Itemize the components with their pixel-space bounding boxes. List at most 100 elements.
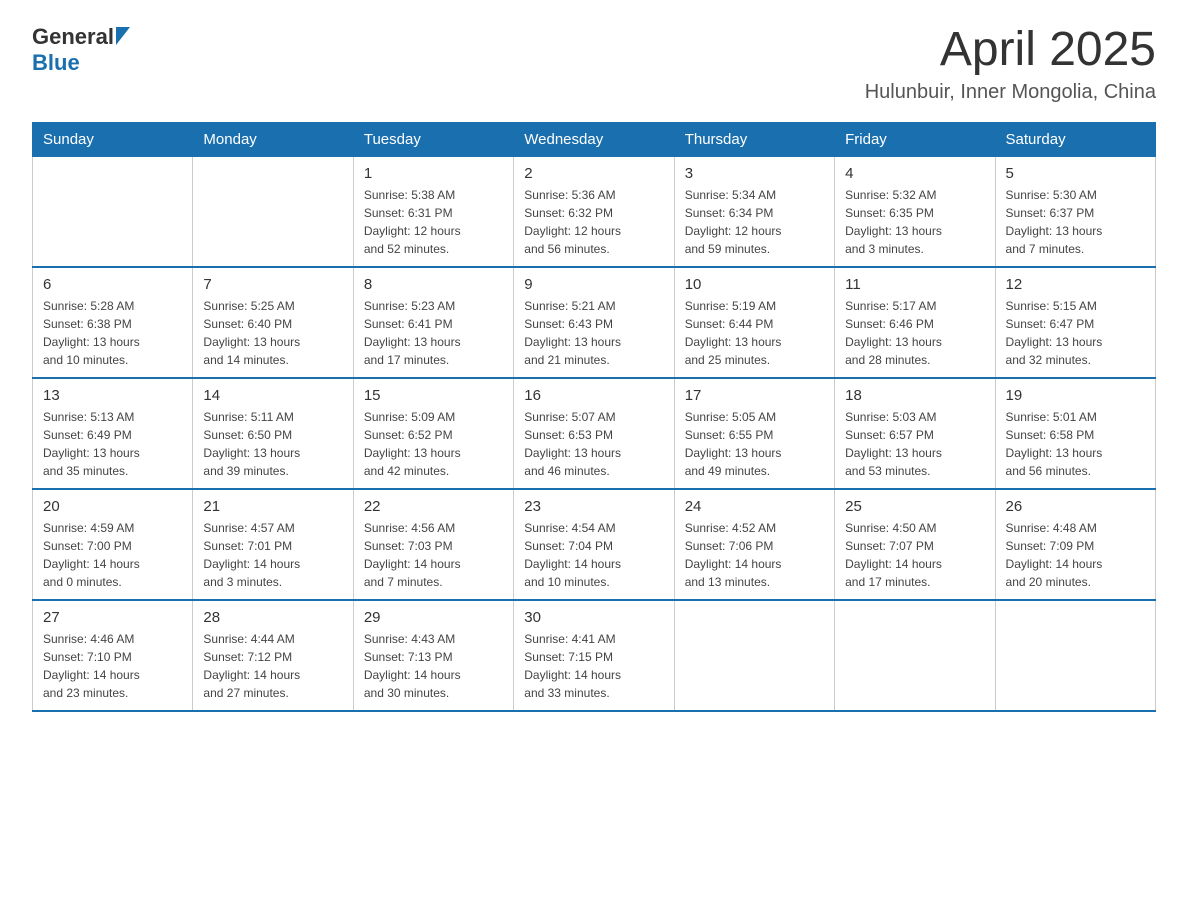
day-number: 8 [364, 276, 503, 293]
calendar-cell: 26Sunrise: 4:48 AMSunset: 7:09 PMDayligh… [995, 489, 1155, 600]
day-info: Sunrise: 5:17 AMSunset: 6:46 PMDaylight:… [845, 297, 984, 369]
day-info: Sunrise: 4:59 AMSunset: 7:00 PMDaylight:… [43, 519, 182, 591]
calendar-cell: 15 Sunrise: 5:09 AMSunset: 6:52 PMDayligh… [353, 378, 513, 489]
day-info: Sunrise: 5:07 AMSunset: 6:53 PMDaylight:… [524, 408, 663, 480]
calendar-cell: 27Sunrise: 4:46 AMSunset: 7:10 PMDayligh… [33, 600, 193, 711]
logo-text-blue: Blue [32, 50, 80, 75]
day-number: 7 [203, 276, 342, 293]
day-number: 14 [203, 387, 342, 404]
calendar-cell: 14 Sunrise: 5:11 AMSunset: 6:50 PMDayligh… [193, 378, 353, 489]
logo-text-general: General [32, 24, 114, 50]
day-info: Sunrise: 5:13 AMSunset: 6:49 PMDaylight:… [43, 408, 182, 480]
calendar-cell: 12 Sunrise: 5:15 AMSunset: 6:47 PMDayligh… [995, 267, 1155, 378]
calendar-week-row: 1 Sunrise: 5:38 AMSunset: 6:31 PMDaylight… [33, 156, 1156, 267]
day-number: 24 [685, 498, 824, 515]
calendar-cell: 3Sunrise: 5:34 AMSunset: 6:34 PMDaylight… [674, 156, 834, 267]
day-info: Sunrise: 4:52 AMSunset: 7:06 PMDaylight:… [685, 519, 824, 591]
calendar-cell [674, 600, 834, 711]
day-number: 1 [364, 165, 503, 182]
day-number: 2 [524, 165, 663, 182]
month-year-title: April 2025 [865, 24, 1156, 77]
day-info: Sunrise: 5:32 AMSunset: 6:35 PMDaylight:… [845, 186, 984, 258]
day-info: Sunrise: 5:15 AMSunset: 6:47 PMDaylight:… [1006, 297, 1145, 369]
day-info: Sunrise: 4:46 AMSunset: 7:10 PMDaylight:… [43, 630, 182, 702]
day-info: Sunrise: 5:21 AMSunset: 6:43 PMDaylight:… [524, 297, 663, 369]
calendar-cell: 6 Sunrise: 5:28 AMSunset: 6:38 PMDaylight… [33, 267, 193, 378]
location-subtitle: Hulunbuir, Inner Mongolia, China [865, 81, 1156, 104]
calendar-cell: 7 Sunrise: 5:25 AMSunset: 6:40 PMDaylight… [193, 267, 353, 378]
day-number: 11 [845, 276, 984, 293]
day-number: 20 [43, 498, 182, 515]
calendar-cell [995, 600, 1155, 711]
calendar-cell: 2 Sunrise: 5:36 AMSunset: 6:32 PMDaylight… [514, 156, 674, 267]
day-number: 3 [685, 165, 824, 182]
calendar-table: Sunday Monday Tuesday Wednesday Thursday… [32, 122, 1156, 712]
day-number: 30 [524, 609, 663, 626]
title-area: April 2025 Hulunbuir, Inner Mongolia, Ch… [865, 24, 1156, 104]
calendar-week-row: 20 Sunrise: 4:59 AMSunset: 7:00 PMDayligh… [33, 489, 1156, 600]
day-number: 17 [685, 387, 824, 404]
calendar-cell: 23Sunrise: 4:54 AMSunset: 7:04 PMDayligh… [514, 489, 674, 600]
calendar-cell: 17 Sunrise: 5:05 AMSunset: 6:55 PMDayligh… [674, 378, 834, 489]
calendar-header: Sunday Monday Tuesday Wednesday Thursday… [33, 122, 1156, 156]
day-number: 13 [43, 387, 182, 404]
day-info: Sunrise: 4:48 AMSunset: 7:09 PMDaylight:… [1006, 519, 1145, 591]
calendar-cell [33, 156, 193, 267]
day-info: Sunrise: 5:30 AMSunset: 6:37 PMDaylight:… [1006, 186, 1145, 258]
calendar-cell: 5 Sunrise: 5:30 AMSunset: 6:37 PMDaylight… [995, 156, 1155, 267]
calendar-cell: 9 Sunrise: 5:21 AMSunset: 6:43 PMDaylight… [514, 267, 674, 378]
day-number: 10 [685, 276, 824, 293]
day-info: Sunrise: 4:54 AMSunset: 7:04 PMDaylight:… [524, 519, 663, 591]
col-wednesday: Wednesday [514, 122, 674, 156]
calendar-cell: 28 Sunrise: 4:44 AMSunset: 7:12 PMDayligh… [193, 600, 353, 711]
day-info: Sunrise: 4:43 AMSunset: 7:13 PMDaylight:… [364, 630, 503, 702]
day-info: Sunrise: 5:36 AMSunset: 6:32 PMDaylight:… [524, 186, 663, 258]
calendar-cell: 29Sunrise: 4:43 AMSunset: 7:13 PMDayligh… [353, 600, 513, 711]
header-row: Sunday Monday Tuesday Wednesday Thursday… [33, 122, 1156, 156]
col-saturday: Saturday [995, 122, 1155, 156]
day-info: Sunrise: 5:38 AMSunset: 6:31 PMDaylight:… [364, 186, 503, 258]
day-number: 6 [43, 276, 182, 293]
day-number: 28 [203, 609, 342, 626]
day-info: Sunrise: 5:05 AMSunset: 6:55 PMDaylight:… [685, 408, 824, 480]
day-number: 12 [1006, 276, 1145, 293]
calendar-cell: 25Sunrise: 4:50 AMSunset: 7:07 PMDayligh… [835, 489, 995, 600]
calendar-cell [835, 600, 995, 711]
day-info: Sunrise: 4:44 AMSunset: 7:12 PMDaylight:… [203, 630, 342, 702]
day-number: 22 [364, 498, 503, 515]
calendar-week-row: 27Sunrise: 4:46 AMSunset: 7:10 PMDayligh… [33, 600, 1156, 711]
day-info: Sunrise: 5:28 AMSunset: 6:38 PMDaylight:… [43, 297, 182, 369]
day-number: 5 [1006, 165, 1145, 182]
day-info: Sunrise: 5:09 AMSunset: 6:52 PMDaylight:… [364, 408, 503, 480]
day-info: Sunrise: 4:41 AMSunset: 7:15 PMDaylight:… [524, 630, 663, 702]
day-info: Sunrise: 4:50 AMSunset: 7:07 PMDaylight:… [845, 519, 984, 591]
day-number: 19 [1006, 387, 1145, 404]
day-number: 15 [364, 387, 503, 404]
col-sunday: Sunday [33, 122, 193, 156]
calendar-body: 1 Sunrise: 5:38 AMSunset: 6:31 PMDaylight… [33, 156, 1156, 711]
day-info: Sunrise: 5:19 AMSunset: 6:44 PMDaylight:… [685, 297, 824, 369]
col-tuesday: Tuesday [353, 122, 513, 156]
day-number: 21 [203, 498, 342, 515]
calendar-cell: 18 Sunrise: 5:03 AMSunset: 6:57 PMDayligh… [835, 378, 995, 489]
calendar-cell: 1 Sunrise: 5:38 AMSunset: 6:31 PMDaylight… [353, 156, 513, 267]
calendar-week-row: 6 Sunrise: 5:28 AMSunset: 6:38 PMDaylight… [33, 267, 1156, 378]
day-info: Sunrise: 4:57 AMSunset: 7:01 PMDaylight:… [203, 519, 342, 591]
calendar-cell: 22Sunrise: 4:56 AMSunset: 7:03 PMDayligh… [353, 489, 513, 600]
col-thursday: Thursday [674, 122, 834, 156]
calendar-cell: 20 Sunrise: 4:59 AMSunset: 7:00 PMDayligh… [33, 489, 193, 600]
day-info: Sunrise: 5:25 AMSunset: 6:40 PMDaylight:… [203, 297, 342, 369]
logo: General Blue [32, 24, 130, 76]
day-info: Sunrise: 5:01 AMSunset: 6:58 PMDaylight:… [1006, 408, 1145, 480]
day-number: 4 [845, 165, 984, 182]
calendar-cell: 10 Sunrise: 5:19 AMSunset: 6:44 PMDayligh… [674, 267, 834, 378]
calendar-cell: 16Sunrise: 5:07 AMSunset: 6:53 PMDayligh… [514, 378, 674, 489]
day-info: Sunrise: 5:11 AMSunset: 6:50 PMDaylight:… [203, 408, 342, 480]
col-monday: Monday [193, 122, 353, 156]
day-number: 9 [524, 276, 663, 293]
calendar-cell: 11 Sunrise: 5:17 AMSunset: 6:46 PMDayligh… [835, 267, 995, 378]
calendar-cell: 13 Sunrise: 5:13 AMSunset: 6:49 PMDayligh… [33, 378, 193, 489]
calendar-cell: 30 Sunrise: 4:41 AMSunset: 7:15 PMDayligh… [514, 600, 674, 711]
day-number: 18 [845, 387, 984, 404]
day-info: Sunrise: 5:03 AMSunset: 6:57 PMDaylight:… [845, 408, 984, 480]
